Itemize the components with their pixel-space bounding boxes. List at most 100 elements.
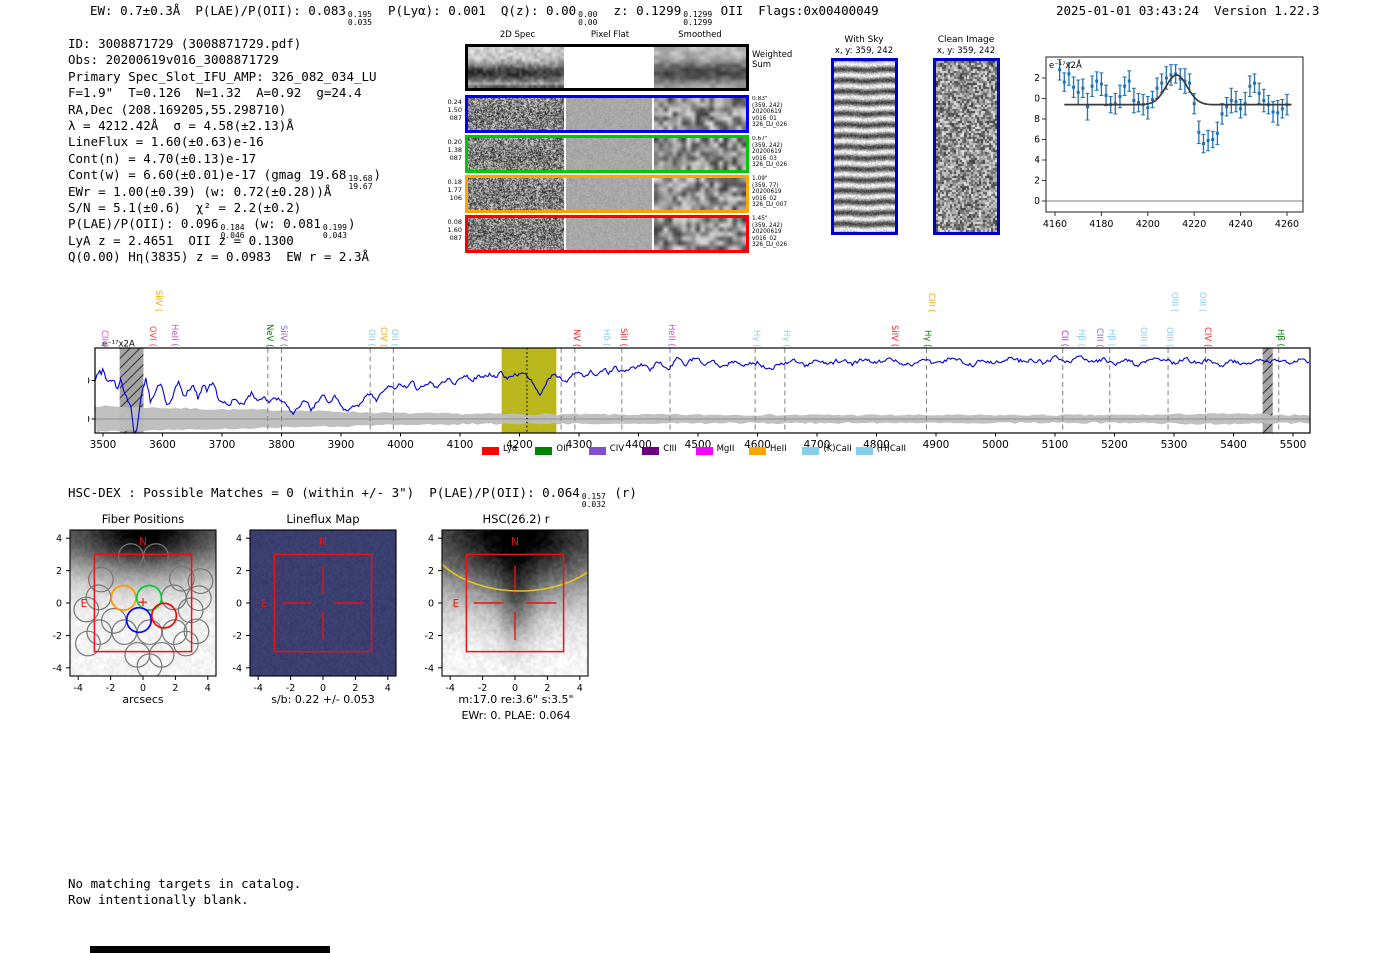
row-annotation-line: v016_01: [752, 115, 777, 122]
row-annotation-line: 20200619: [752, 189, 782, 196]
emission-line-label: Hγ (: [922, 330, 933, 348]
east-label: E: [453, 598, 460, 610]
x-tick-label: 3600: [149, 439, 176, 451]
fiber-circle: [87, 566, 114, 593]
row-weight-value: 087: [449, 234, 462, 242]
fiber-row-left-values: 0.24 1.50 087: [434, 98, 462, 122]
y-tick-label: 0: [1035, 196, 1040, 207]
x-tick-label: 4: [577, 683, 583, 694]
y-tick-label: 0: [88, 415, 90, 426]
row-annotation-line: 326_LU_026: [752, 242, 788, 249]
emission-line-label: HeII (: [169, 324, 180, 347]
x-tick-label: 4: [385, 683, 391, 694]
data-point: [1062, 80, 1066, 84]
line-fit-plot: 4160 4180 4200 4220 4240 4260 0 2 4 6 8 10 12 e⁻¹⁷x2Å: [1035, 56, 1304, 230]
north-label: N: [319, 536, 327, 548]
fiber-circle: [161, 619, 188, 646]
fiber-row-annotations: 0.67" (359, 242) 20200619 v016_03 326_LU_026: [752, 136, 800, 169]
data-point: [1206, 139, 1210, 143]
row-weight-value: 0.24: [447, 98, 462, 106]
emission-line-label: SiII (: [617, 328, 628, 347]
y-tick-label: 12: [1035, 73, 1040, 84]
row-weight-value: 0.20: [447, 138, 462, 146]
fiber-row-pixel-flat: [566, 218, 652, 250]
emission-line-label: OII (: [389, 329, 400, 347]
info-line: Obs: 20200619v016_3008871729: [68, 49, 381, 67]
x-tick-label: 5000: [982, 439, 1009, 451]
x-tick-label: 5300: [1161, 439, 1188, 451]
x-tick-label: 4240: [1229, 219, 1253, 230]
text-segment: OII Flags:0x00400049: [713, 3, 879, 18]
fiber-row-smoothed: [654, 98, 746, 130]
y-tick-label: 8: [1035, 114, 1040, 125]
selected-fiber-circle: [150, 602, 178, 629]
legend-label: OII: [556, 444, 569, 454]
col-header-pixel-flat: Pixel Flat: [590, 30, 630, 40]
east-label: E: [81, 598, 88, 610]
data-point: [1192, 102, 1196, 106]
row-annotation-line: 326_LU_026: [752, 122, 788, 129]
x-tick-label: 4000: [387, 439, 414, 451]
legend-swatch-6: [802, 447, 820, 455]
panel-frame: [249, 529, 397, 677]
y-tick-label: -4: [233, 663, 242, 674]
text-segment: Q(0.00) Hη(3835) z = 0.0983 EW r = 2.3Å: [68, 249, 370, 265]
report-datetime: 2025-01-01 03:43:24 Version 1.22.3: [1056, 3, 1320, 18]
x-tick-label: 5200: [1101, 439, 1128, 451]
data-point: [1248, 84, 1252, 88]
legend-swatch-5: [749, 447, 766, 455]
x-tick-label: 4160: [1043, 219, 1067, 230]
legend-label: HeII: [770, 444, 787, 454]
fiber-row-pixel-flat: [566, 98, 652, 130]
data-point: [1197, 130, 1201, 134]
info-line: P(LAE)/P(OII): 0.096 0.184 0.046 (w: 0.081…: [68, 213, 381, 239]
x-tick-label: 3800: [268, 439, 295, 451]
hsc-dex-text: HSC-DEX : Possible Matches = 0 (within +…: [68, 485, 637, 508]
info-line: RA,Dec (208.169205,55.298710): [68, 99, 381, 117]
north-label: N: [511, 536, 519, 548]
clean-image: [936, 61, 997, 232]
emission-line-label: OVI (: [147, 326, 158, 347]
data-point: [1081, 86, 1085, 90]
y-tick-label: 0: [56, 599, 62, 610]
data-point: [1271, 110, 1275, 114]
x-tick-label: 4900: [923, 439, 950, 451]
text-segment: z: 0.1299: [598, 3, 682, 18]
hsc-dex-summary: HSC-DEX : Possible Matches = 0 (within +…: [68, 485, 637, 508]
legend-label: CIII: [663, 444, 677, 454]
fiber-row-annotations: 1.09" (359, 77) 20200619 v016_02 326_LU_007: [752, 176, 800, 209]
footer-line-2: Row intentionally blank.: [68, 892, 249, 907]
fiber-row-2d-spec: [468, 178, 564, 210]
info-line: LyA z = 2.4651 OII z = 0.1300: [68, 230, 381, 248]
fiber-row-2d-spec: [468, 98, 564, 130]
x-tick-label: 4260: [1275, 219, 1299, 230]
row-annotation-line: v016_03: [752, 155, 777, 162]
x-tick-label: -2: [478, 683, 487, 694]
row-weight-value: 087: [449, 114, 462, 122]
fiber-row-2d-spec: [468, 218, 564, 250]
row-annotation-line: 20200619: [752, 149, 782, 156]
legend-swatch-4: [695, 447, 713, 455]
footer-line-1: No matching targets in catalog.: [68, 876, 302, 891]
legend-swatch-2: [588, 447, 606, 455]
elixer-report: EW: 0.7±0.3Å P(LAE)/P(OII): 0.083 0.195 0.…: [0, 0, 1400, 953]
row-weight-value: 106: [449, 194, 462, 202]
info-line: Primary Spec_Slot_IFU_AMP: 326_082_034_L…: [68, 66, 381, 84]
row-annotation-line: 1.09": [752, 176, 768, 182]
stacked-uncertainty: 0.157 0.032: [581, 492, 606, 509]
legend-label: MgII: [716, 444, 735, 454]
row-weight-value: 1.38: [447, 146, 462, 154]
x-tick-label: -4: [73, 683, 82, 694]
row-annotation-line: 1.45": [752, 216, 768, 222]
data-point: [1188, 81, 1192, 85]
fiber-row-left-values: 0.20 1.38 087: [434, 138, 462, 162]
legend-label: CIV: [609, 444, 625, 454]
plot-frame: [1045, 56, 1304, 213]
y-tick-label: 4: [56, 534, 62, 545]
emission-line-label: SiIV (: [889, 325, 900, 348]
weighted-smoothed-image: [654, 47, 746, 88]
x-tick-label: 5500: [1280, 439, 1307, 451]
x-tick-label: 2: [352, 683, 358, 694]
data-point: [1225, 105, 1229, 109]
row-annotation-line: 326_LU_026: [752, 162, 788, 169]
